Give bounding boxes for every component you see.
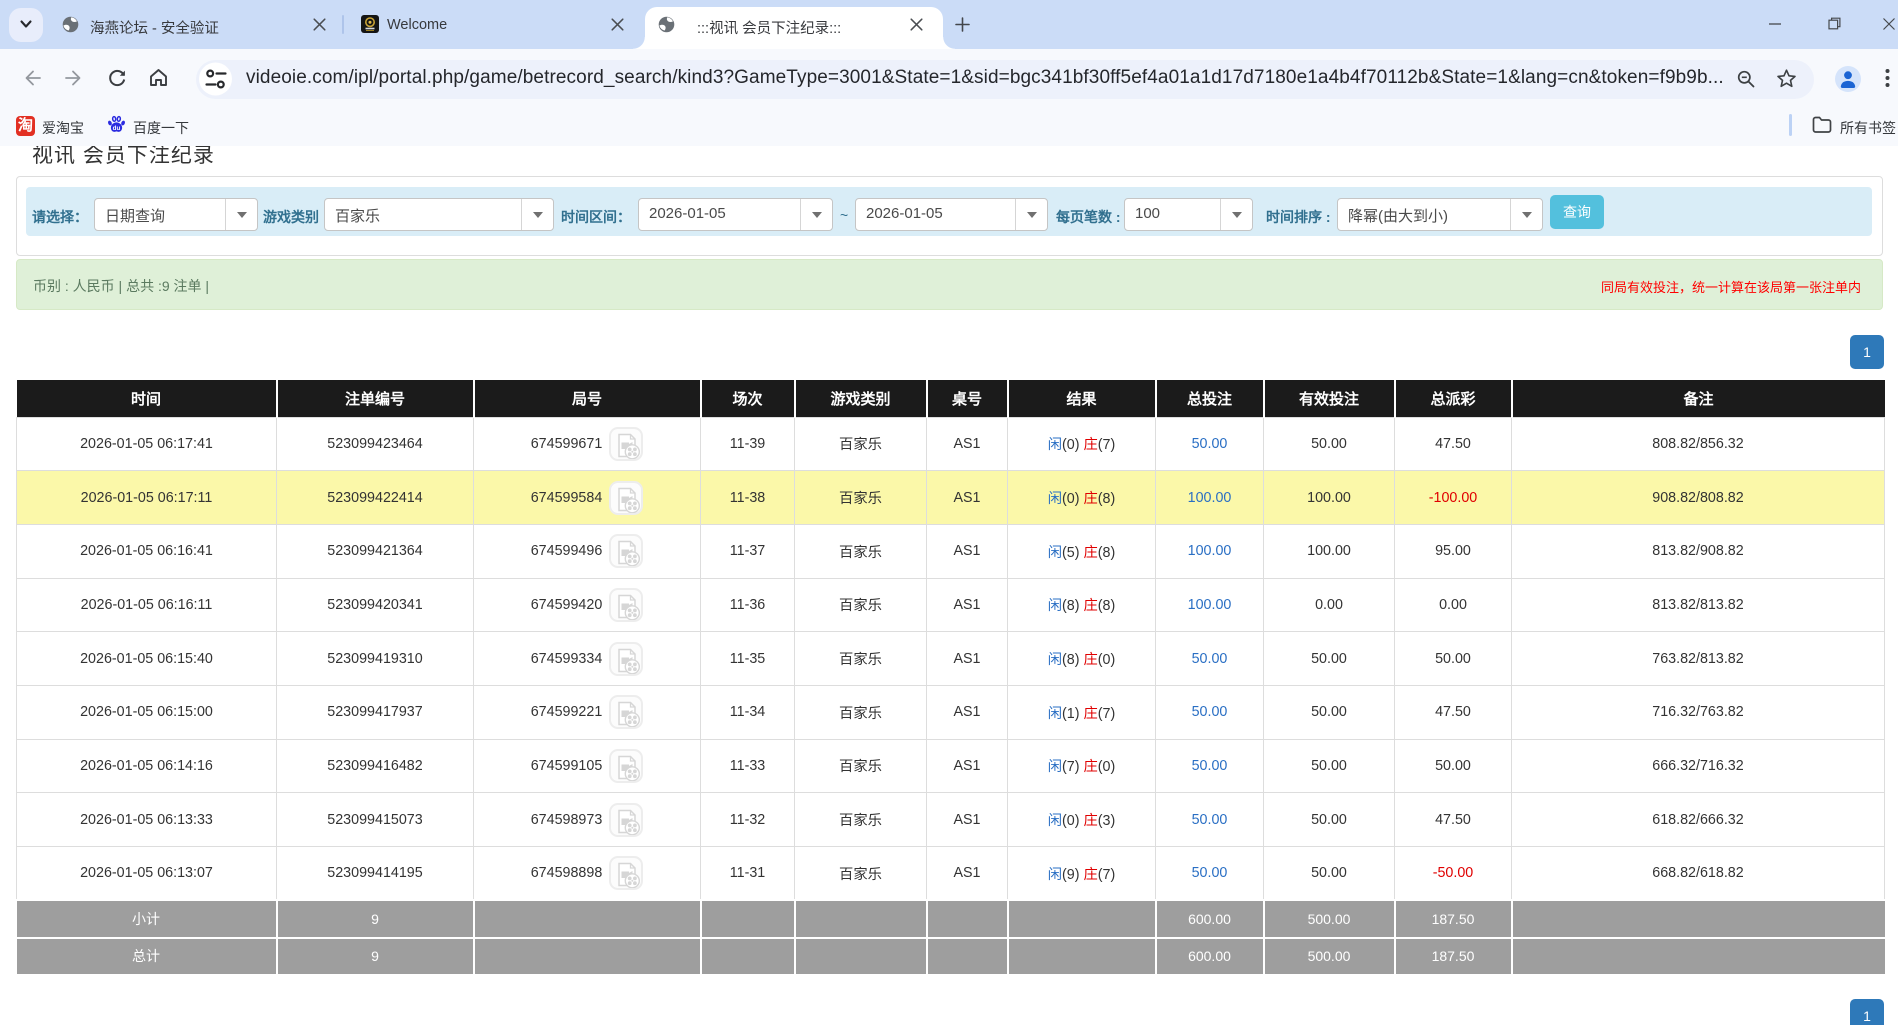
svg-text:du: du (113, 125, 121, 132)
